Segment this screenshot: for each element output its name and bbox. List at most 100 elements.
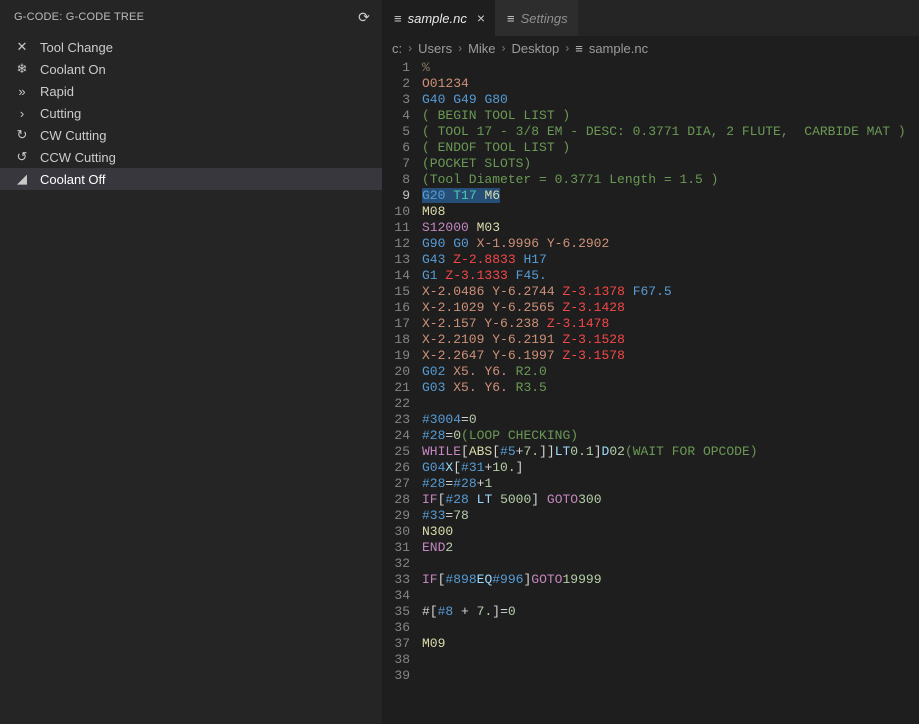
- line-number: 30: [382, 524, 410, 540]
- line-number: 13: [382, 252, 410, 268]
- code-line[interactable]: G40 G49 G80: [422, 92, 919, 108]
- code-line[interactable]: G1 Z-3.1333 F45.: [422, 268, 919, 284]
- code-line[interactable]: WHILE[ABS[#5+7.]]LT0.1]D02(WAIT FOR OPCO…: [422, 444, 919, 460]
- line-number: 18: [382, 332, 410, 348]
- tree-item-label: Tool Change: [40, 40, 113, 55]
- line-number: 16: [382, 300, 410, 316]
- sidebar-header: G-CODE: G-CODE TREE ⟳: [0, 0, 382, 34]
- code-line[interactable]: X-2.1029 Y-6.2565 Z-3.1428: [422, 300, 919, 316]
- tree-item-ccw-cutting[interactable]: ↺CCW Cutting: [0, 146, 382, 168]
- code-line[interactable]: [422, 620, 919, 636]
- code-line[interactable]: IF[#898EQ#996]GOTO19999: [422, 572, 919, 588]
- code-line[interactable]: [422, 652, 919, 668]
- line-number: 17: [382, 316, 410, 332]
- line-number: 5: [382, 124, 410, 140]
- line-number: 31: [382, 540, 410, 556]
- code-line[interactable]: G03 X5. Y6. R3.5: [422, 380, 919, 396]
- close-icon[interactable]: ×: [473, 10, 485, 26]
- tree-item-tool-change[interactable]: ✕ Tool Change: [0, 36, 382, 58]
- code-line[interactable]: G43 Z-2.8833 H17: [422, 252, 919, 268]
- line-number: 11: [382, 220, 410, 236]
- code-line[interactable]: M08: [422, 204, 919, 220]
- code-line[interactable]: IF[#28 LT 5000] GOTO300: [422, 492, 919, 508]
- tree-item-cutting[interactable]: ›Cutting: [0, 102, 382, 124]
- gcode-tree-panel: G-CODE: G-CODE TREE ⟳ ✕ Tool Change ❄Coola…: [0, 0, 382, 724]
- tree-item-icon: ✕: [14, 39, 30, 55]
- tree-item-label: Coolant On: [40, 62, 106, 77]
- code-line[interactable]: X-2.2109 Y-6.2191 Z-3.1528: [422, 332, 919, 348]
- line-number: 37: [382, 636, 410, 652]
- tab-label: sample.nc: [408, 11, 467, 26]
- code-line[interactable]: X-2.2647 Y-6.1997 Z-3.1578: [422, 348, 919, 364]
- tree-item-coolant-on[interactable]: ❄Coolant On: [0, 58, 382, 80]
- line-number: 14: [382, 268, 410, 284]
- code-area: 1234567891011121314151617181920212223242…: [382, 60, 919, 724]
- code-line[interactable]: END2: [422, 540, 919, 556]
- code-line[interactable]: G90 G0 X-1.9996 Y-6.2902: [422, 236, 919, 252]
- tab-sample-nc[interactable]: ≡sample.nc×: [382, 0, 495, 36]
- line-number: 12: [382, 236, 410, 252]
- tree-item-coolant-off[interactable]: ◢ Coolant Off: [0, 168, 382, 190]
- breadcrumb-segment[interactable]: c:: [392, 41, 402, 56]
- tree-item-icon: ›: [14, 106, 30, 121]
- code-line[interactable]: ( ENDOF TOOL LIST ): [422, 140, 919, 156]
- line-number: 10: [382, 204, 410, 220]
- code-line[interactable]: #33=78: [422, 508, 919, 524]
- code-line[interactable]: [422, 396, 919, 412]
- tree-item-label: Coolant Off: [40, 172, 106, 187]
- line-number: 21: [382, 380, 410, 396]
- tree-item-icon: ◢: [14, 171, 30, 187]
- line-number: 35: [382, 604, 410, 620]
- refresh-icon[interactable]: ⟳: [358, 9, 370, 26]
- code-line[interactable]: M09: [422, 636, 919, 652]
- code-line[interactable]: N300: [422, 524, 919, 540]
- code-line[interactable]: #28=0(LOOP CHECKING): [422, 428, 919, 444]
- code-line[interactable]: G20 T17 M6: [422, 188, 919, 204]
- code-line[interactable]: #[#8 + 7.]=0: [422, 604, 919, 620]
- tree-item-rapid[interactable]: »Rapid: [0, 80, 382, 102]
- code-line[interactable]: [422, 556, 919, 572]
- line-number: 22: [382, 396, 410, 412]
- line-number: 9: [382, 188, 410, 204]
- code-line[interactable]: X-2.0486 Y-6.2744 Z-3.1378 F67.5: [422, 284, 919, 300]
- line-number: 39: [382, 668, 410, 684]
- breadcrumb-segment[interactable]: Desktop: [512, 41, 560, 56]
- tree-item-label: CW Cutting: [40, 128, 106, 143]
- tree-item-cw-cutting[interactable]: ↻CW Cutting: [0, 124, 382, 146]
- line-number: 3: [382, 92, 410, 108]
- code-line[interactable]: X-2.157 Y-6.238 Z-3.1478: [422, 316, 919, 332]
- line-number: 29: [382, 508, 410, 524]
- code-line[interactable]: ( TOOL 17 - 3/8 EM - DESC: 0.3771 DIA, 2…: [422, 124, 919, 140]
- tab-bar: ≡ sample.nc × ≡Settings: [382, 0, 919, 36]
- chevron-right-icon: ›: [563, 41, 571, 55]
- tab-file-icon: ≡: [507, 11, 515, 26]
- gcode-tree: ✕ Tool Change ❄Coolant On»Rapid›Cutting↻CW…: [0, 34, 382, 724]
- line-number: 34: [382, 588, 410, 604]
- code-line[interactable]: S12000 M03: [422, 220, 919, 236]
- code-line[interactable]: G02 X5. Y6. R2.0: [422, 364, 919, 380]
- code-line[interactable]: O01234: [422, 76, 919, 92]
- code-line[interactable]: (POCKET SLOTS): [422, 156, 919, 172]
- code-line[interactable]: #3004=0: [422, 412, 919, 428]
- line-number: 33: [382, 572, 410, 588]
- code-line[interactable]: #28=#28+1: [422, 476, 919, 492]
- code-line[interactable]: [422, 668, 919, 684]
- breadcrumb-segment[interactable]: Mike: [468, 41, 495, 56]
- code-line[interactable]: (Tool Diameter = 0.3771 Length = 1.5 ): [422, 172, 919, 188]
- editor-panel: ≡sample.nc×≡Settings c:›Users›Mike›Deskt…: [382, 0, 919, 724]
- line-number: 7: [382, 156, 410, 172]
- code-line[interactable]: [422, 588, 919, 604]
- breadcrumb-file[interactable]: sample.nc: [589, 41, 648, 56]
- tree-item-icon: »: [14, 84, 30, 99]
- line-number: 32: [382, 556, 410, 572]
- line-number: 23: [382, 412, 410, 428]
- chevron-right-icon: ›: [456, 41, 464, 55]
- code-content[interactable]: %O01234G40 G49 G80( BEGIN TOOL LIST )( T…: [422, 60, 919, 724]
- tab-settings[interactable]: ≡Settings: [495, 0, 578, 36]
- code-line[interactable]: G04X[#31+10.]: [422, 460, 919, 476]
- code-line[interactable]: %: [422, 60, 919, 76]
- breadcrumb[interactable]: c:›Users›Mike›Desktop›≡sample.nc: [382, 36, 919, 60]
- code-line[interactable]: ( BEGIN TOOL LIST ): [422, 108, 919, 124]
- line-gutter: 1234567891011121314151617181920212223242…: [382, 60, 422, 724]
- breadcrumb-segment[interactable]: Users: [418, 41, 452, 56]
